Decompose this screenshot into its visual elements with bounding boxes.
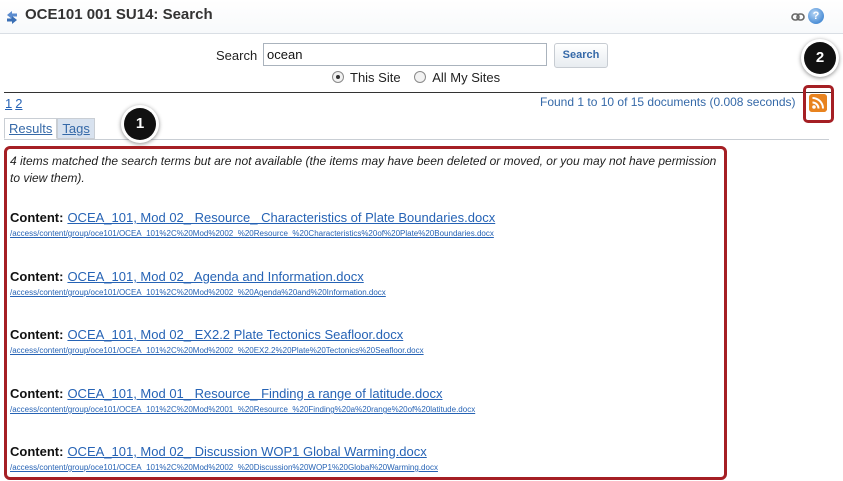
search-label: Search [216, 48, 258, 63]
rss-feed-icon[interactable] [809, 94, 827, 112]
result-tabs: Results Tags [4, 118, 95, 139]
result-type-label: Content: [10, 444, 64, 459]
result-url-link[interactable]: /access/content/group/oce101/OCEA_101%2C… [10, 346, 730, 355]
result-url-link[interactable]: /access/content/group/oce101/OCEA_101%2C… [10, 405, 730, 414]
result-url-link[interactable]: /access/content/group/oce101/OCEA_101%2C… [10, 229, 730, 238]
search-result: Content: OCEA_101, Mod 02_ Agenda and Inf… [10, 269, 730, 297]
search-result: Content: OCEA_101, Mod 02_ Discussion WOP… [10, 444, 730, 472]
search-input[interactable] [263, 43, 547, 66]
this-site-label: This Site [350, 70, 401, 85]
tab-divider [4, 139, 829, 140]
link-icon[interactable] [791, 12, 805, 22]
page-link-1[interactable]: 1 [5, 96, 12, 111]
page-link-2[interactable]: 2 [15, 96, 22, 111]
result-type-label: Content: [10, 386, 64, 401]
search-result: Content: OCEA_101, Mod 02_ EX2.2 Plate Te… [10, 327, 730, 355]
tab-results[interactable]: Results [4, 118, 58, 139]
results-highlight-frame [4, 146, 727, 480]
result-title-link[interactable]: OCEA_101, Mod 01_ Resource_ Finding a ra… [67, 386, 442, 401]
callout-badge-2: 2 [804, 42, 836, 74]
tool-title-bar: OCE101 001 SU14: Search ? [0, 0, 843, 34]
search-result: Content: OCEA_101, Mod 02_ Resource_ Char… [10, 210, 730, 238]
page-title: OCE101 001 SU14: Search [25, 6, 213, 23]
results-summary: Found 1 to 10 of 15 documents (0.008 sec… [540, 95, 796, 109]
unavailable-items-notice: 4 items matched the search terms but are… [10, 154, 717, 185]
tab-tags[interactable]: Tags [57, 118, 95, 139]
result-title-link[interactable]: OCEA_101, Mod 02_ Resource_ Characterist… [67, 210, 495, 225]
result-type-label: Content: [10, 210, 64, 225]
result-type-label: Content: [10, 327, 64, 342]
result-title-link[interactable]: OCEA_101, Mod 02_ EX2.2 Plate Tectonics … [67, 327, 403, 342]
search-button[interactable]: Search [554, 43, 608, 68]
all-my-sites-radio[interactable] [414, 71, 427, 83]
this-site-radio[interactable] [332, 71, 344, 83]
help-icon[interactable]: ? [808, 8, 824, 24]
all-my-sites-label: All My Sites [432, 70, 501, 85]
search-result: Content: OCEA_101, Mod 01_ Resource_ Find… [10, 386, 730, 414]
result-url-link[interactable]: /access/content/group/oce101/OCEA_101%2C… [10, 463, 730, 472]
search-scope-options: This Site All My Sites [332, 70, 510, 88]
divider [4, 92, 834, 93]
reset-arrows-icon[interactable] [5, 9, 19, 25]
callout-badge-1: 1 [124, 108, 156, 140]
result-title-link[interactable]: OCEA_101, Mod 02_ Discussion WOP1 Global… [67, 444, 426, 459]
result-title-link[interactable]: OCEA_101, Mod 02_ Agenda and Information… [67, 269, 363, 284]
search-panel: Search Search This Site All My Sites [0, 40, 843, 90]
result-type-label: Content: [10, 269, 64, 284]
pagination: 12 [5, 96, 25, 111]
result-url-link[interactable]: /access/content/group/oce101/OCEA_101%2C… [10, 288, 730, 297]
